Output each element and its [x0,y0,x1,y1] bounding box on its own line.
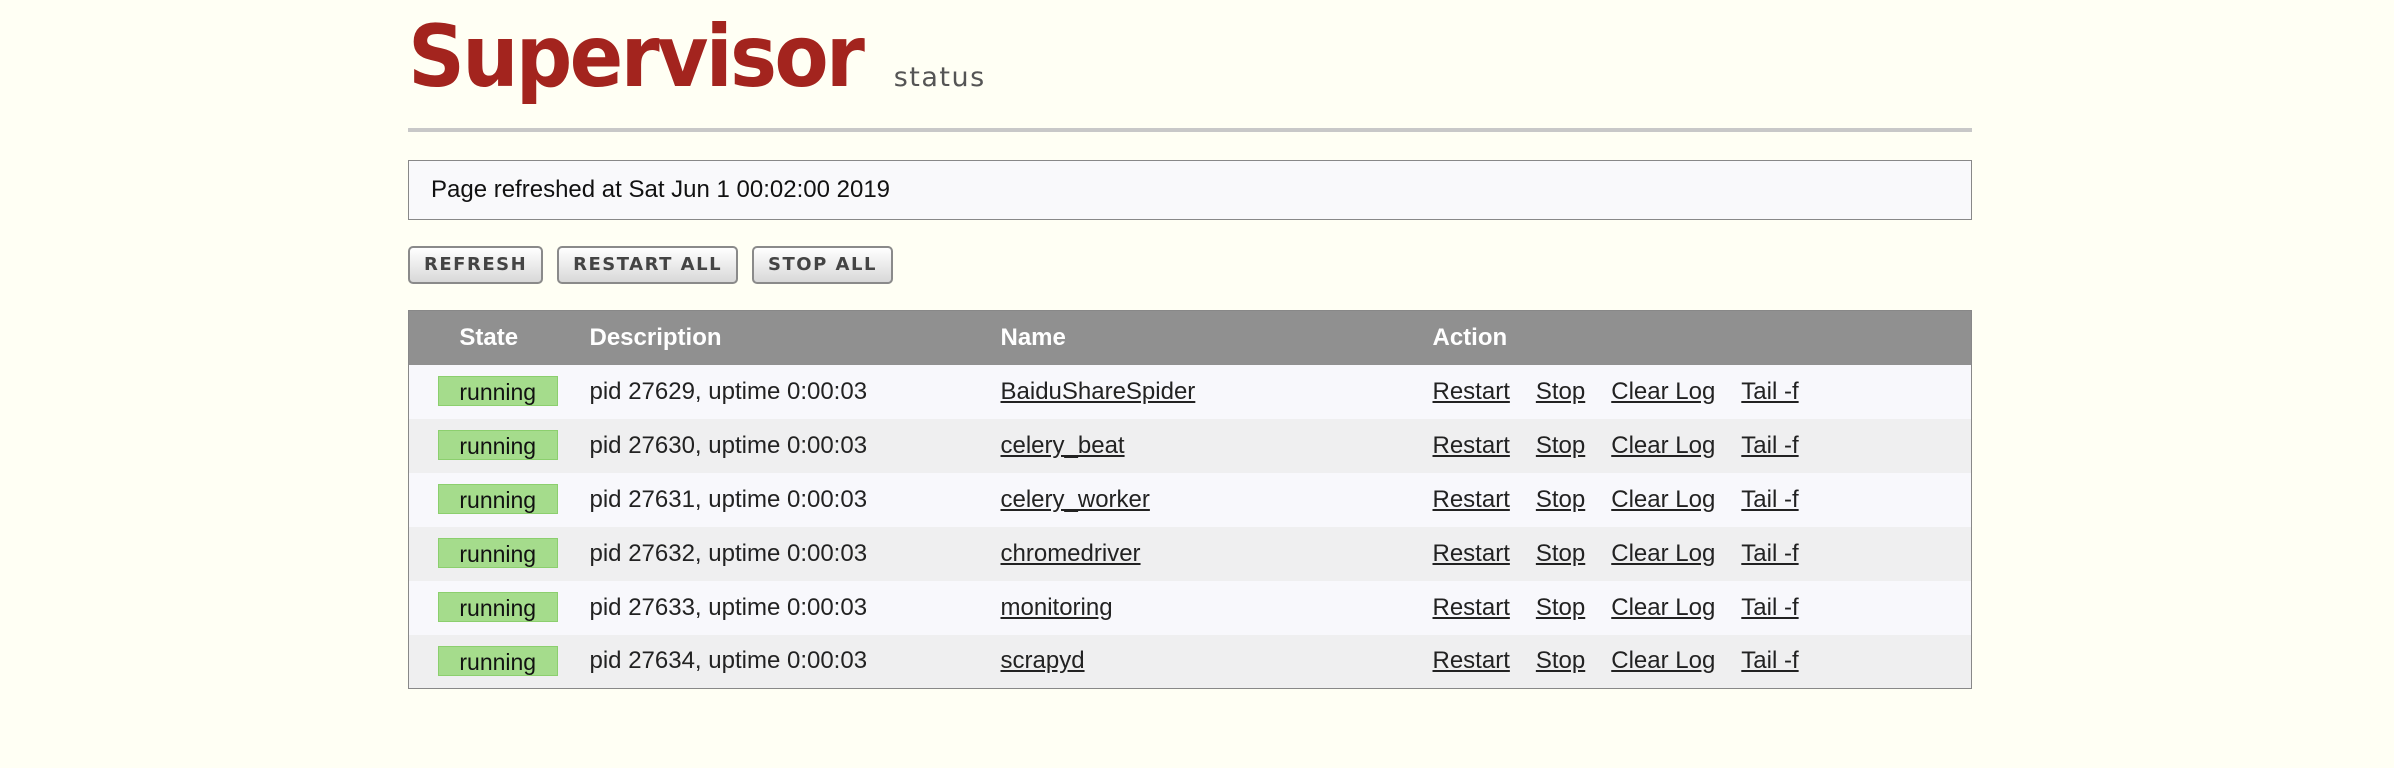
stop-link[interactable]: Stop [1536,540,1585,567]
table-row: running pid 27631, uptime 0:00:03 celery… [408,472,1972,527]
tail-link[interactable]: Tail -f [1741,540,1798,567]
restart-link[interactable]: Restart [1433,594,1510,621]
restart-link[interactable]: Restart [1433,486,1510,513]
restart-all-button[interactable]: RESTART ALL [557,246,739,284]
tail-link[interactable]: Tail -f [1741,486,1798,513]
logo-title: Supervisor [408,7,865,107]
supervisor-logo: Supervisor status [408,14,986,100]
logo-subtitle: status [893,62,986,93]
header-action: Action [1432,310,1972,365]
row-actions: Restart Stop Clear Log Tail -f [1432,418,1972,473]
status-badge: running [437,538,558,568]
process-name-link[interactable]: celery_beat [1001,432,1125,459]
row-actions: Restart Stop Clear Log Tail -f [1432,472,1972,527]
process-name-link[interactable]: chromedriver [1001,540,1141,567]
header-state: State [408,310,569,365]
restart-link[interactable]: Restart [1433,432,1510,459]
supervisor-page: Supervisor status Page refreshed at Sat … [408,0,1972,689]
global-actions: REFRESH RESTART ALL STOP ALL [408,246,893,284]
table-row: running pid 27629, uptime 0:00:03 BaiduS… [408,364,1972,419]
process-name-link[interactable]: scrapyd [1001,647,1085,674]
header-name: Name [1000,310,1433,365]
stop-link[interactable]: Stop [1536,432,1585,459]
process-description: pid 27634, uptime 0:00:03 [568,634,1001,689]
process-table: State Description Name Action running pi… [408,310,1972,689]
process-description: pid 27633, uptime 0:00:03 [568,580,1001,635]
process-description: pid 27630, uptime 0:00:03 [568,418,1001,473]
table-row: running pid 27633, uptime 0:00:03 monito… [408,580,1972,635]
clear-log-link[interactable]: Clear Log [1611,378,1715,405]
table-header-row: State Description Name Action [408,310,1972,365]
tail-link[interactable]: Tail -f [1741,647,1798,674]
process-description: pid 27632, uptime 0:00:03 [568,526,1001,581]
stop-all-button[interactable]: STOP ALL [752,246,893,284]
row-actions: Restart Stop Clear Log Tail -f [1432,364,1972,419]
status-badge: running [437,645,558,676]
stop-link[interactable]: Stop [1536,647,1585,674]
process-name-link[interactable]: BaiduShareSpider [1001,378,1196,405]
stop-link[interactable]: Stop [1536,486,1585,513]
stop-link[interactable]: Stop [1536,594,1585,621]
clear-log-link[interactable]: Clear Log [1611,540,1715,567]
page-header: Supervisor status [408,0,1972,132]
process-name-link[interactable]: monitoring [1001,594,1113,621]
restart-link[interactable]: Restart [1433,540,1510,567]
refresh-button[interactable]: REFRESH [408,246,544,284]
table-row: running pid 27630, uptime 0:00:03 celery… [408,418,1972,473]
row-actions: Restart Stop Clear Log Tail -f [1432,526,1972,581]
process-name-link[interactable]: celery_worker [1001,486,1150,513]
row-actions: Restart Stop Clear Log Tail -f [1432,634,1972,689]
clear-log-link[interactable]: Clear Log [1611,432,1715,459]
clear-log-link[interactable]: Clear Log [1611,486,1715,513]
process-description: pid 27629, uptime 0:00:03 [568,364,1001,419]
status-badge: running [437,484,558,514]
status-badge: running [437,592,558,622]
process-description: pid 27631, uptime 0:00:03 [568,472,1001,527]
header-description: Description [568,310,1001,365]
tail-link[interactable]: Tail -f [1741,378,1798,405]
restart-link[interactable]: Restart [1433,647,1510,674]
row-actions: Restart Stop Clear Log Tail -f [1432,580,1972,635]
table-row: running pid 27632, uptime 0:00:03 chrome… [408,526,1972,581]
restart-link[interactable]: Restart [1433,378,1510,405]
stop-link[interactable]: Stop [1536,378,1585,405]
status-badge: running [437,430,558,460]
refresh-message: Page refreshed at Sat Jun 1 00:02:00 201… [408,160,1972,220]
clear-log-link[interactable]: Clear Log [1611,594,1715,621]
status-badge: running [437,376,558,406]
table-row: running pid 27634, uptime 0:00:03 scrapy… [408,634,1972,689]
clear-log-link[interactable]: Clear Log [1611,647,1715,674]
tail-link[interactable]: Tail -f [1741,594,1798,621]
tail-link[interactable]: Tail -f [1741,432,1798,459]
